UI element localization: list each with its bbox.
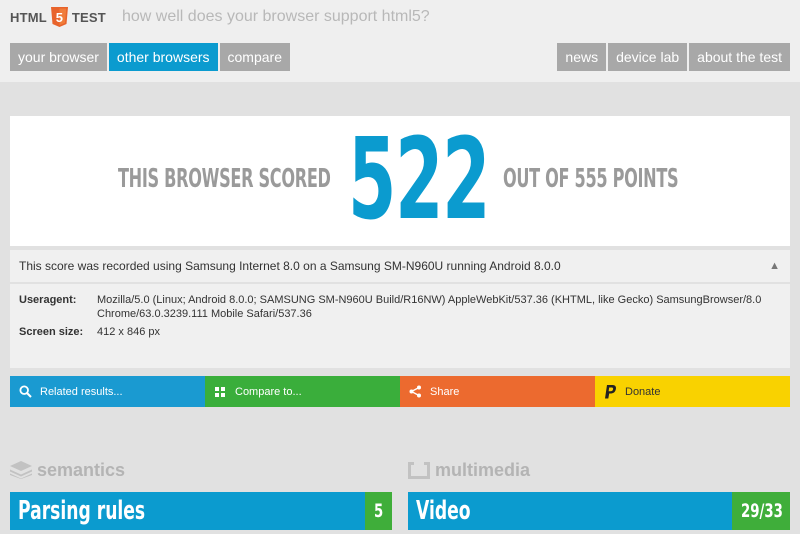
related-results-label: Related results... xyxy=(40,385,123,398)
score-value: 522 xyxy=(348,115,490,245)
category-bar-parsing-rules[interactable]: Parsing rules 5 xyxy=(10,492,392,530)
section-multimedia-label: multimedia xyxy=(435,459,531,480)
tab-device-lab[interactable]: device lab xyxy=(608,43,688,71)
screen-size-value: 412 x 846 px xyxy=(97,326,160,338)
tab-about-the-test[interactable]: about the test xyxy=(689,43,790,71)
section-multimedia-title: multimedia xyxy=(408,458,530,482)
section-semantics-title: semantics xyxy=(10,458,125,482)
useragent-value: Mozilla/5.0 (Linux; Android 8.0.0; SAMSU… xyxy=(97,294,762,320)
compare-to-label: Compare to... xyxy=(235,385,302,398)
logo-text-right: TEST xyxy=(71,9,106,25)
tab-your-browser[interactable]: your browser xyxy=(10,43,107,71)
stack-icon xyxy=(10,461,32,479)
category-label: Parsing rules xyxy=(18,496,146,526)
collapse-toggle-icon[interactable]: ▲ xyxy=(769,250,780,282)
tab-news[interactable]: news xyxy=(557,43,607,71)
share-label: Share xyxy=(430,385,460,398)
screen-size-row: Screen size: 412 x 846 px xyxy=(19,325,777,339)
useragent-label: Useragent: xyxy=(19,294,77,306)
logo-badge: 5 xyxy=(56,10,63,25)
search-icon xyxy=(18,385,32,399)
tab-other-browsers[interactable]: other browsers xyxy=(108,43,218,71)
related-results-button[interactable]: Related results... xyxy=(10,376,205,407)
tab-compare[interactable]: compare xyxy=(219,43,290,71)
recorded-summary[interactable]: This score was recorded using Samsung In… xyxy=(10,250,790,282)
category-score-value: 29/33 xyxy=(740,500,783,522)
category-bar-video[interactable]: Video 29/33 xyxy=(408,492,790,530)
score-prefix: THIS BROWSER SCORED xyxy=(118,164,331,194)
action-bar: Related results... Compare to... Share D… xyxy=(10,376,790,407)
compare-to-button[interactable]: Compare to... xyxy=(205,376,400,407)
donate-label: Donate xyxy=(625,385,661,398)
share-button[interactable]: Share xyxy=(400,376,595,407)
donate-button[interactable]: Donate xyxy=(595,376,790,407)
category-score: 29/33 xyxy=(732,492,790,530)
recorded-text: This score was recorded using Samsung In… xyxy=(19,259,561,273)
category-score-value: 5 xyxy=(373,500,384,522)
screen-icon xyxy=(408,461,430,479)
score-suffix: OUT OF 555 POINTS xyxy=(503,164,679,194)
browser-details: Useragent: Mozilla/5.0 (Linux; Android 8… xyxy=(10,284,790,368)
category-label: Video xyxy=(416,496,471,526)
secondary-nav: news device lab about the test xyxy=(557,43,790,71)
top-bar: HTML 5 TEST how well does your browser s… xyxy=(0,0,800,82)
score-panel: THIS BROWSER SCORED 522 OUT OF 555 POINT… xyxy=(10,116,790,246)
share-icon xyxy=(408,385,422,399)
grid-icon xyxy=(213,385,227,399)
category-score: 5 xyxy=(365,492,392,530)
useragent-row: Useragent: Mozilla/5.0 (Linux; Android 8… xyxy=(19,293,777,321)
logo-text-left: HTML xyxy=(10,9,47,25)
primary-nav: your browser other browsers compare xyxy=(10,43,290,71)
site-logo[interactable]: HTML 5 TEST xyxy=(10,6,106,28)
tagline: how well does your browser support html5… xyxy=(122,8,430,25)
screen-size-label: Screen size: xyxy=(19,326,84,338)
paypal-icon xyxy=(603,384,617,399)
section-semantics-label: semantics xyxy=(37,459,126,480)
html5-shield-icon: 5 xyxy=(50,7,68,27)
